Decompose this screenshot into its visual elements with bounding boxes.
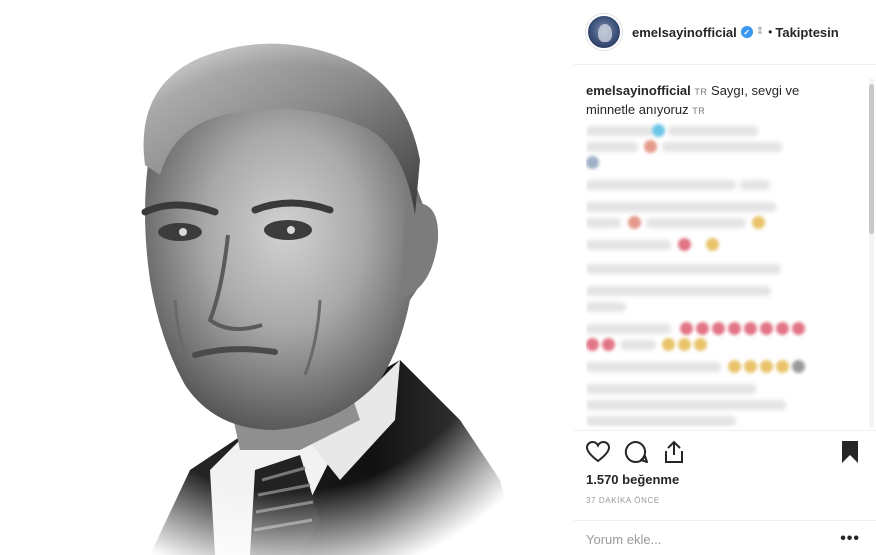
comment-input[interactable]: [586, 532, 816, 547]
likes-count[interactable]: 1.570 beğenme: [586, 472, 679, 487]
caption: emelsayinofficial TR Saygı, sevgi ve min…: [586, 82, 810, 120]
divider: [574, 430, 876, 431]
comments-scrollbar[interactable]: [869, 78, 874, 428]
share-icon[interactable]: [660, 438, 688, 466]
more-options-button[interactable]: •••: [840, 530, 860, 548]
comments-list[interactable]: [586, 122, 816, 427]
username-link[interactable]: emelsayinofficial: [632, 25, 737, 40]
action-bar: [584, 438, 864, 466]
follow-status-button[interactable]: Takiptesin: [775, 25, 838, 40]
avatar[interactable]: [586, 14, 622, 50]
post-side-panel: emelsayinofficial ✓ ⇕ • Takiptesin emels…: [574, 0, 876, 555]
comment-box: •••: [574, 520, 876, 555]
divider: [574, 64, 876, 65]
post-photo[interactable]: [0, 0, 574, 555]
heart-outline-icon[interactable]: [584, 438, 612, 466]
caption-username[interactable]: emelsayinofficial: [586, 83, 691, 98]
separator-dot: •: [768, 25, 773, 39]
flag-tr-end: TR: [692, 106, 706, 116]
chevron-updown-icon[interactable]: ⇕: [756, 27, 764, 37]
flag-tr: TR: [694, 87, 708, 97]
portrait-image: [0, 0, 574, 555]
scrollbar-thumb[interactable]: [869, 84, 874, 234]
verified-badge-icon: ✓: [740, 26, 753, 38]
post-header: emelsayinofficial ✓ ⇕ • Takiptesin: [586, 12, 839, 52]
speech-bubble-icon[interactable]: [622, 438, 650, 466]
bookmark-filled-icon[interactable]: [836, 438, 864, 466]
post-timestamp[interactable]: 37 DAKİKA ÖNCE: [586, 496, 660, 505]
